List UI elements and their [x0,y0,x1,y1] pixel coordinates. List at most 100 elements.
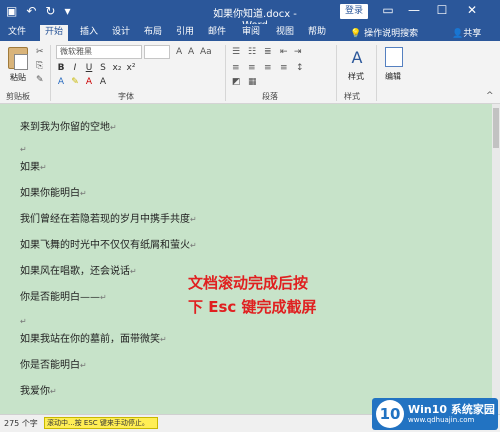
save-icon[interactable]: ▣ [6,5,17,18]
ribbon-home: 粘贴 ✂ ⎘ ✎ 剪贴板 微软雅黑 A A Aa B I U S x₂ x² A… [0,41,500,104]
document-page[interactable]: 来到我为你留的空地↵ ↵ 如果↵ 如果你能明白↵ 我们曾经在若隐若现的岁月中携手… [0,104,492,414]
doc-line: 你是否能明白——↵ [20,292,107,304]
tab-review[interactable]: 审阅 [242,26,260,39]
text-effects-icon[interactable]: A [56,77,66,87]
login-button[interactable]: 登录 [340,4,368,19]
font-name-select[interactable]: 微软雅黑 [56,45,142,59]
clipboard-group-label: 剪贴板 [6,92,30,101]
tab-mailings[interactable]: 邮件 [208,26,226,39]
doc-line: ↵ [20,316,27,328]
shrink-font-icon[interactable]: A [188,47,194,57]
collapse-ribbon-icon[interactable]: ^ [486,91,494,101]
italic-button[interactable]: I [70,63,80,73]
align-center-icon[interactable]: ≡ [248,63,256,73]
line-text: 如果 [20,162,40,173]
doc-line: 我爱你↵ [20,386,57,398]
annotation-line-1: 文档滚动完成后按 [188,274,309,292]
multilevel-list-icon[interactable]: ≣ [264,47,272,57]
line-text: 如果飞舞的时光中不仅仅有纸屑和萤火 [20,240,190,251]
tab-view[interactable]: 视图 [276,26,294,39]
title-bar: ▣ ↶ ↻ ▾ 如果你知道.docx - Word 登录 ▭ — ☐ ✕ [0,0,500,31]
paragraph-mark: ↵ [190,241,197,250]
superscript-icon[interactable]: x² [126,63,136,73]
subscript-icon[interactable]: x₂ [112,63,122,73]
group-divider [225,45,226,101]
paragraph-group-label: 段落 [262,92,278,101]
paragraph-mark: ↵ [130,267,137,276]
paragraph-mark: ↵ [190,215,197,224]
increase-indent-icon[interactable]: ⇥ [294,47,302,57]
paragraph-mark: ↵ [80,361,87,370]
char-shading-icon[interactable]: A [98,77,108,87]
tab-insert[interactable]: 插入 [80,26,98,39]
share-label: 共享 [463,29,482,39]
lightbulb-icon: 💡 [350,29,362,39]
align-right-icon[interactable]: ≡ [264,63,272,73]
line-text: 你是否能明白 [20,360,80,371]
highlight-icon[interactable]: ✎ [70,77,80,87]
undo-icon[interactable]: ↶ [26,5,36,18]
copy-icon[interactable]: ⎘ [36,61,43,71]
watermark-brand: Win10 系统家园 [408,403,495,416]
tab-home[interactable]: 开始 [40,25,69,41]
group-divider [376,45,377,101]
quick-access-toolbar: ▣ ↶ ↻ ▾ [6,5,71,18]
strikethrough-icon[interactable]: S [98,63,108,73]
align-left-icon[interactable]: ≡ [232,63,240,73]
word-count[interactable]: 275 个字 [4,418,38,429]
maximize-icon[interactable]: ☐ [432,3,452,17]
watermark-logo: 10 Win10 系统家园 www.qdhuajin.com [372,398,498,430]
scrollbar-thumb[interactable] [493,108,499,148]
font-size-select[interactable] [144,45,170,59]
ribbon-display-icon[interactable]: ▭ [378,3,398,17]
customize-qat-icon[interactable]: ▾ [64,5,70,18]
line-text: 我们曾经在若隐若现的岁月中携手共度 [20,214,190,225]
tab-help[interactable]: 帮助 [308,26,326,39]
font-color-icon[interactable]: A [84,77,94,87]
watermark-domain: www.qdhuajin.com [408,416,475,424]
line-text: 你是否能明白—— [20,292,100,303]
styles-button[interactable]: 样式 [348,71,364,82]
numbering-icon[interactable]: ☷ [248,47,256,57]
styles-group-label: 样式 [344,92,360,101]
tab-file[interactable]: 文件 [8,26,26,39]
close-icon[interactable]: ✕ [462,3,482,17]
tab-design[interactable]: 设计 [112,26,130,39]
paste-label[interactable]: 粘贴 [10,72,26,83]
bullets-icon[interactable]: ☰ [232,47,240,57]
share-button[interactable]: 👤共享 [452,26,481,39]
tab-references[interactable]: 引用 [176,26,194,39]
shading-icon[interactable]: ◩ [232,77,241,87]
tell-me-search[interactable]: 💡 操作说明搜索 [350,26,418,39]
tab-layout[interactable]: 布局 [144,26,162,39]
doc-line: 如果你能明白↵ [20,188,87,200]
change-case-icon[interactable]: Aa [200,47,212,57]
styles-icon[interactable]: A [346,47,368,69]
annotation-line-2: 下 Esc 键完成截屏 [188,298,317,316]
doc-line: 我们曾经在若隐若现的岁月中携手共度↵ [20,214,197,226]
person-icon: 👤 [452,29,464,39]
grow-font-icon[interactable]: A [176,47,182,57]
format-painter-icon[interactable]: ✎ [36,75,44,85]
doc-line: 来到我为你留的空地↵ [20,122,117,134]
underline-button[interactable]: U [84,63,94,73]
borders-icon[interactable]: ▦ [248,77,257,87]
minimize-icon[interactable]: — [404,3,424,17]
paste-icon[interactable] [8,47,28,70]
paragraph-mark: ↵ [20,145,27,154]
paragraph-mark: ↵ [40,163,47,172]
line-text: 如果我站在你的墓前，面带微笑 [20,334,160,345]
color-row: A ✎ A A [56,77,108,87]
font-group-label: 字体 [118,92,134,101]
bold-button[interactable]: B [56,63,66,73]
editing-button[interactable]: 编辑 [385,71,401,82]
cut-icon[interactable]: ✂ [36,47,44,57]
doc-line: 如果↵ [20,162,47,174]
decrease-indent-icon[interactable]: ⇤ [280,47,288,57]
justify-icon[interactable]: ≡ [280,63,288,73]
editing-icon[interactable] [385,47,403,67]
redo-icon[interactable]: ↻ [45,5,55,18]
line-spacing-icon[interactable]: ↕ [296,63,304,73]
doc-line: 如果我站在你的墓前，面带微笑↵ [20,334,167,346]
vertical-scrollbar[interactable] [492,104,500,414]
